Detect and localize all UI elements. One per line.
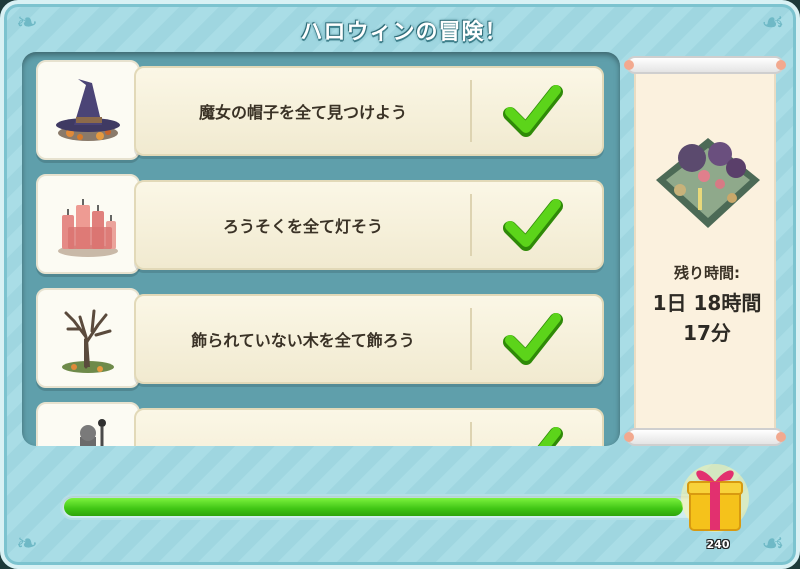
time-remaining-value: 1日 18時間 17分: [636, 288, 778, 348]
quest-row[interactable]: 魔女の帽子を全て見つけよう: [36, 60, 618, 160]
quest-label: ろうそくを全て灯そう: [222, 217, 383, 236]
quest-label: 飾られていない木を全て飾ろう: [191, 331, 415, 350]
quest-card: 魔女の帽子を全て見つけよう: [134, 66, 604, 156]
gift-box-icon[interactable]: [680, 456, 750, 536]
divider: [470, 308, 472, 370]
progress-bar: [60, 494, 720, 520]
checkmark-icon: [537, 427, 563, 446]
quest-card: [134, 408, 604, 446]
progress-fill: [64, 498, 683, 516]
checkmark-icon: [503, 313, 563, 365]
scroll-rod-top: [624, 56, 786, 74]
quest-row[interactable]: [36, 402, 618, 446]
time-remaining-label: 残り時間:: [674, 264, 740, 282]
checkmark-icon: [503, 85, 563, 137]
candles-icon: [36, 174, 140, 274]
panel-title: ハロウィンの冒険！: [300, 20, 508, 45]
bare-tree-icon: [36, 288, 140, 388]
scroll-rod-bottom: [624, 428, 786, 446]
scroll-paper: 残り時間: 1日 18時間 17分: [634, 66, 776, 436]
corner-ornament-icon: ❧: [16, 529, 38, 559]
quest-card: ろうそくを全て灯そう: [134, 180, 604, 270]
lantern-statue-icon: [36, 402, 140, 446]
divider: [470, 80, 472, 142]
reward-scroll: 残り時間: 1日 18時間 17分: [624, 52, 786, 448]
time-value-line: 17分: [683, 321, 731, 345]
quest-row[interactable]: 飾られていない木を全て飾ろう: [36, 288, 618, 388]
quest-list[interactable]: 魔女の帽子を全て見つけよう ろうそくを全て灯そう 飾られていない木を全て飾ろう: [22, 52, 620, 446]
witch-hat-icon: [36, 60, 140, 160]
quest-row[interactable]: ろうそくを全て灯そう: [36, 174, 618, 274]
reward-count: 240: [706, 538, 730, 551]
quest-card: 飾られていない木を全て飾ろう: [134, 294, 604, 384]
divider: [470, 422, 472, 446]
quest-panel: ❧ ☙ ❧ ☙ ハロウィンの冒険！ 魔女の帽子を全て見つけよう ろうそくを全て灯…: [0, 0, 800, 569]
checkmark-icon: [503, 199, 563, 251]
divider: [470, 194, 472, 256]
corner-ornament-icon: ☙: [761, 529, 785, 559]
quest-label: 魔女の帽子を全て見つけよう: [198, 103, 407, 122]
time-value-line: 1日 18時間: [652, 291, 762, 315]
quest-label: [136, 410, 470, 446]
reward-garden-icon: [656, 138, 760, 228]
